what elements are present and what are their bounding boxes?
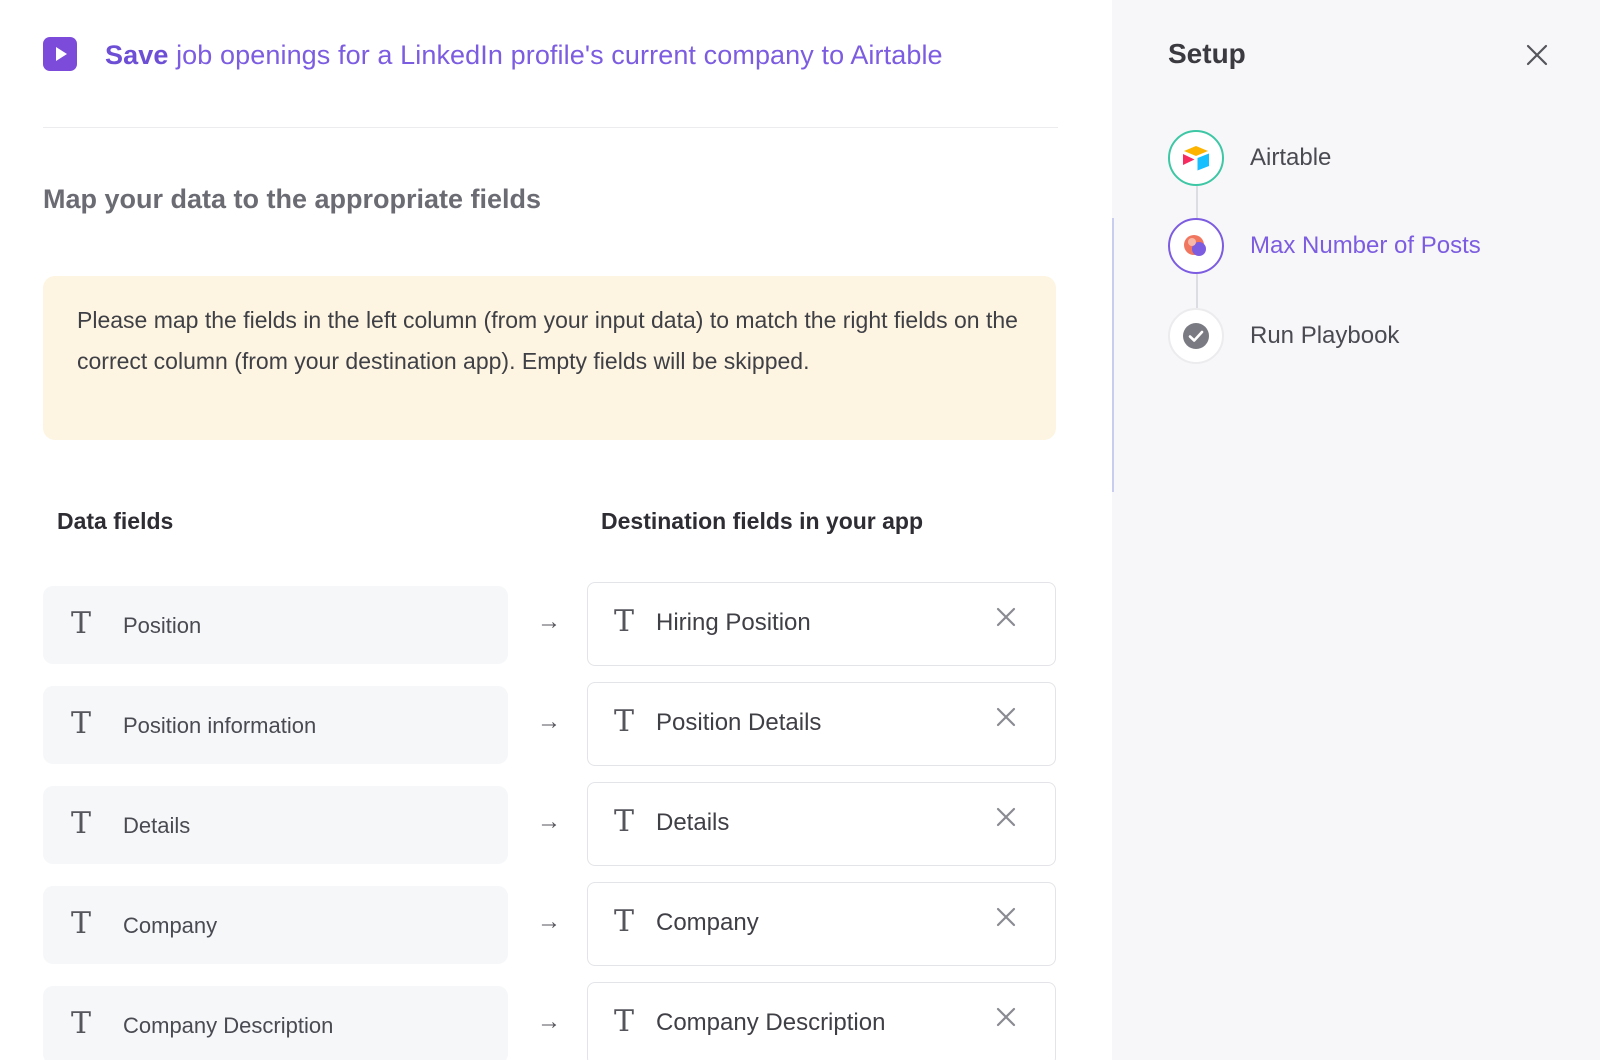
destination-fields-header: Destination fields in your app xyxy=(601,508,924,534)
destination-field[interactable]: T Hiring Position xyxy=(587,582,1056,666)
playbook-header: Save job openings for a LinkedIn profile… xyxy=(43,32,1058,128)
setup-step-airtable[interactable]: Airtable xyxy=(1168,130,1588,186)
destination-field-label: Company xyxy=(656,909,759,936)
source-field-label: Position xyxy=(123,613,202,638)
clear-field-icon[interactable] xyxy=(993,604,1019,630)
source-field-label: Company Description xyxy=(123,1013,334,1038)
mapping-panel: Save job openings for a LinkedIn profile… xyxy=(0,0,1112,1060)
text-type-icon: T xyxy=(71,1006,92,1041)
setup-step-max-number-of-posts[interactable]: Max Number of Posts xyxy=(1168,218,1588,274)
playbook-title: Save job openings for a LinkedIn profile… xyxy=(105,40,943,71)
arrow-right-icon: → xyxy=(537,1008,561,1035)
posts-app-icon xyxy=(1184,235,1206,256)
title-description: job openings for a LinkedIn profile's cu… xyxy=(168,40,943,70)
arrow-right-icon: → xyxy=(537,808,561,835)
source-field: T Details xyxy=(43,786,508,864)
mapping-row: T Position → T Hiring Position xyxy=(43,582,1056,668)
text-type-icon: T xyxy=(71,906,92,941)
clear-field-icon[interactable] xyxy=(993,1004,1019,1030)
destination-field[interactable]: T Position Details xyxy=(587,682,1056,766)
step-status-ring xyxy=(1168,130,1224,186)
source-field-label: Details xyxy=(123,813,191,838)
mapping-row: T Details → T Details xyxy=(43,782,1056,868)
source-field: T Company xyxy=(43,886,508,964)
clear-field-icon[interactable] xyxy=(993,904,1019,930)
text-type-icon: T xyxy=(614,904,635,939)
destination-field-label: Hiring Position xyxy=(656,609,811,636)
text-type-icon: T xyxy=(614,704,635,739)
destination-field-label: Details xyxy=(656,809,730,836)
text-type-icon: T xyxy=(614,1004,635,1039)
clear-field-icon[interactable] xyxy=(993,804,1019,830)
source-field: T Company Description xyxy=(43,986,508,1060)
mapping-notice: Please map the fields in the left column… xyxy=(43,276,1056,440)
text-type-icon: T xyxy=(614,604,635,639)
close-icon[interactable] xyxy=(1525,43,1549,67)
data-fields-header: Data fields xyxy=(57,508,174,534)
mapping-row: T Company → T Company xyxy=(43,882,1056,968)
step-status-ring xyxy=(1168,308,1224,364)
arrow-right-icon: → xyxy=(537,908,561,935)
destination-field-label: Company Description xyxy=(656,1009,886,1036)
section-title: Map your data to the appropriate fields xyxy=(43,184,542,214)
text-type-icon: T xyxy=(71,806,92,841)
mapping-row: T Company Description → T Company Descri… xyxy=(43,982,1056,1060)
text-type-icon: T xyxy=(614,804,635,839)
mapping-row: T Position information → T Position Deta… xyxy=(43,682,1056,768)
step-connector xyxy=(1196,186,1198,218)
destination-field[interactable]: T Company Description xyxy=(587,982,1056,1060)
title-action: Save xyxy=(105,40,169,70)
step-label: Max Number of Posts xyxy=(1250,232,1481,259)
text-type-icon: T xyxy=(71,606,92,641)
setup-title: Setup xyxy=(1168,38,1246,69)
panel-scroll-indicator xyxy=(1112,218,1114,492)
step-label: Airtable xyxy=(1250,144,1332,171)
text-type-icon: T xyxy=(71,706,92,741)
setup-panel: Setup Airtable Max Number of Posts Run P… xyxy=(1112,0,1600,1060)
step-status-ring xyxy=(1168,218,1224,274)
setup-step-run-playbook[interactable]: Run Playbook xyxy=(1168,308,1588,364)
source-field-label: Company xyxy=(123,913,218,938)
source-field: T Position xyxy=(43,586,508,664)
source-field: T Position information xyxy=(43,686,508,764)
check-circle-icon xyxy=(1183,323,1209,349)
arrow-right-icon: → xyxy=(537,708,561,735)
destination-field[interactable]: T Details xyxy=(587,782,1056,866)
source-field-label: Position information xyxy=(123,713,317,738)
destination-field-label: Position Details xyxy=(656,709,822,736)
clear-field-icon[interactable] xyxy=(993,704,1019,730)
step-label: Run Playbook xyxy=(1250,322,1400,349)
play-icon[interactable] xyxy=(43,37,77,71)
arrow-right-icon: → xyxy=(537,608,561,635)
airtable-logo-icon xyxy=(1183,146,1209,171)
destination-field[interactable]: T Company xyxy=(587,882,1056,966)
step-connector xyxy=(1196,274,1198,308)
